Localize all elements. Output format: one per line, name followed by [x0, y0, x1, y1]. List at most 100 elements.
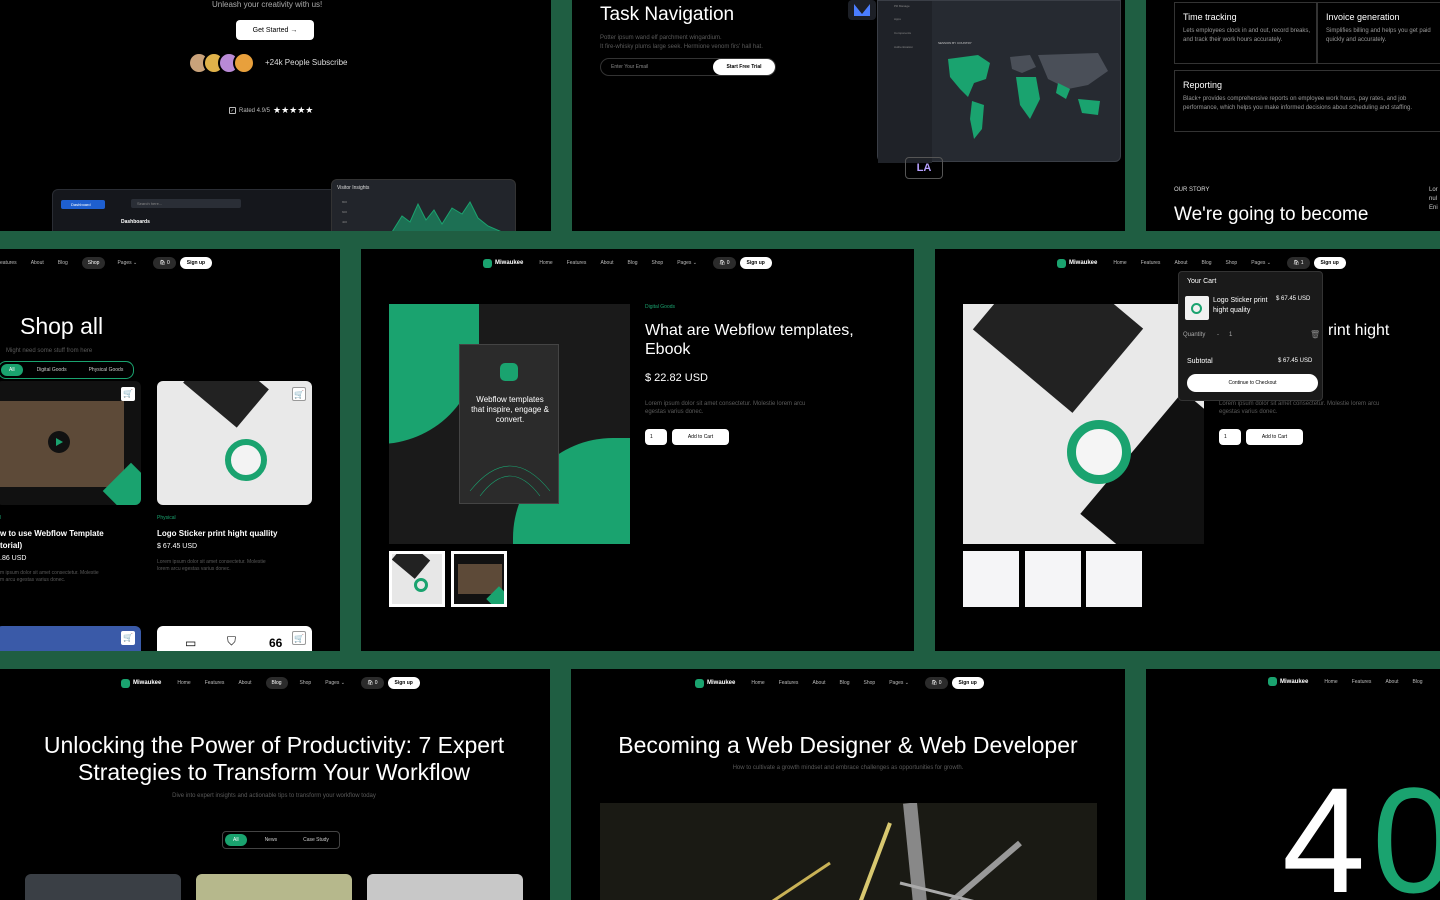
quantity-value[interactable]: 1: [1229, 332, 1232, 338]
thumbnail-1[interactable]: [389, 551, 445, 607]
nav-link-pages[interactable]: Pages ⌄: [325, 680, 345, 686]
add-to-cart-button[interactable]: Add to Cart: [1246, 429, 1303, 445]
product-image-icons[interactable]: ▭ ⛉ 66: [157, 626, 312, 651]
thumbnail[interactable]: [1025, 551, 1081, 607]
laptop-keys: [972, 304, 1144, 413]
signup-button[interactable]: Sign up: [951, 677, 984, 689]
thumbnail-2[interactable]: [451, 551, 507, 607]
nav-link[interactable]: Shop: [864, 680, 876, 686]
nav-link[interactable]: About: [31, 260, 44, 266]
nav-link[interactable]: About: [1385, 679, 1398, 685]
product-image-video[interactable]: [0, 381, 141, 505]
filter-all[interactable]: All: [1, 364, 23, 376]
nav-link[interactable]: Blog: [58, 260, 68, 266]
card-price: .86 USD: [0, 555, 27, 562]
card-title[interactable]: w to use Webflow Template: [0, 529, 104, 538]
cart-add-icon[interactable]: 🛒: [121, 387, 135, 401]
nav-link[interactable]: Blog: [628, 260, 638, 266]
blog-card-image[interactable]: [196, 874, 352, 900]
blog-card-image[interactable]: [25, 874, 181, 900]
bag-icon: 🛍: [1293, 260, 1301, 266]
nav-link[interactable]: Features: [1352, 679, 1372, 685]
thumbnail[interactable]: [1086, 551, 1142, 607]
cart-button[interactable]: 🛍 0: [153, 257, 176, 269]
trash-icon[interactable]: 🗑: [1310, 330, 1320, 339]
quantity-input[interactable]: 1: [1219, 429, 1241, 445]
quantity-minus[interactable]: -: [1217, 332, 1219, 338]
map-sidebar-item[interactable]: Components: [894, 31, 911, 35]
nav-link[interactable]: About: [812, 680, 825, 686]
nav-link[interactable]: About: [1174, 260, 1187, 266]
cart-add-icon[interactable]: 🛒: [121, 631, 135, 645]
nav-link[interactable]: Blog: [1413, 679, 1423, 685]
brand-logo[interactable]: Miwaukee: [1057, 258, 1098, 268]
signup-button[interactable]: Sign up: [739, 257, 772, 269]
nav-link[interactable]: Home: [177, 680, 190, 686]
cart-dropdown: Your Cart Logo Sticker print hight quali…: [1178, 271, 1323, 401]
nav-link[interactable]: Features: [205, 680, 225, 686]
map-sidebar-item[interactable]: Authentication: [894, 45, 913, 49]
showcase-collage: Unleash your creativity with us! Get Sta…: [0, 0, 1440, 900]
thumbnail[interactable]: [963, 551, 1019, 607]
tab-all[interactable]: All: [225, 834, 247, 846]
cart-button[interactable]: 🛍 0: [713, 257, 736, 269]
signup-button[interactable]: Sign up: [387, 677, 420, 689]
nav-link[interactable]: eatures: [0, 260, 17, 266]
dash-search[interactable]: Search here...: [131, 199, 241, 208]
brand-logo[interactable]: Miwaukee: [1268, 677, 1308, 686]
signup-button[interactable]: Sign up: [1313, 257, 1346, 269]
nav-link-pages[interactable]: Pages ⌄: [677, 260, 697, 266]
product-image-person[interactable]: [0, 626, 141, 651]
checkout-button[interactable]: Continue to Checkout: [1187, 374, 1318, 392]
nav-link[interactable]: Blog: [1202, 260, 1212, 266]
cart-button[interactable]: 🛍 1: [1287, 257, 1310, 269]
nav-link-pages[interactable]: Pages ⌄: [1251, 260, 1271, 266]
blog-card-image[interactable]: [367, 874, 523, 900]
card-title-2[interactable]: torial): [0, 541, 22, 550]
product-image-sticker[interactable]: [157, 381, 312, 505]
chevron-down-icon: ⌄: [131, 260, 138, 266]
brand-name: Miwaukee: [707, 680, 736, 686]
nav-link[interactable]: Shop: [652, 260, 664, 266]
nav-link[interactable]: About: [600, 260, 613, 266]
nav-link[interactable]: Features: [779, 680, 799, 686]
quantity-input[interactable]: 1: [645, 429, 667, 445]
nav-link-pages[interactable]: Pages ⌄: [889, 680, 909, 686]
nav-link-active[interactable]: Blog: [265, 677, 288, 689]
nav-link[interactable]: Features: [1141, 260, 1161, 266]
cart-add-icon[interactable]: 🛒: [292, 631, 306, 645]
brand-name: Miwaukee: [1069, 260, 1098, 266]
map-sidebar-item[interactable]: Apps: [894, 17, 901, 21]
subtotal-label: Subtotal: [1187, 358, 1213, 365]
tab-case-study[interactable]: Case Study: [295, 834, 337, 846]
nav-link[interactable]: Shop: [300, 680, 312, 686]
nav-link[interactable]: Home: [1324, 679, 1337, 685]
cart-button[interactable]: 🛍 0: [361, 677, 384, 689]
nav-link[interactable]: Features: [567, 260, 587, 266]
brand-logo[interactable]: Miwaukee: [483, 258, 523, 268]
nav-link-pages[interactable]: Pages ⌄: [117, 260, 137, 266]
map-sidebar-item[interactable]: Pill Manage: [894, 4, 910, 8]
nav-link[interactable]: Home: [539, 260, 552, 266]
brand-logo[interactable]: Miwaukee: [121, 678, 161, 688]
start-trial-button[interactable]: Start Free Trial: [713, 59, 775, 75]
nav-link[interactable]: Home: [1113, 260, 1126, 266]
nav-link-active[interactable]: Shop: [81, 257, 106, 269]
nav-link[interactable]: Blog: [840, 680, 850, 686]
get-started-button[interactable]: Get Started →: [236, 20, 314, 40]
cart-count: 0: [726, 260, 730, 266]
cart-add-icon[interactable]: 🛒: [292, 387, 306, 401]
nav-link[interactable]: Home: [751, 680, 764, 686]
card-title[interactable]: Logo Sticker print hight quallity: [157, 529, 277, 538]
cart-button[interactable]: 🛍 0: [925, 677, 948, 689]
filter-physical[interactable]: Physical Goods: [81, 364, 132, 376]
nav-link[interactable]: About: [238, 680, 251, 686]
tab-news[interactable]: News: [257, 834, 286, 846]
filter-digital[interactable]: Digital Goods: [29, 364, 75, 376]
brand-logo[interactable]: Miwaukee: [695, 678, 736, 688]
play-icon[interactable]: [48, 431, 70, 453]
map-sidebar: Pill Manage Apps Components Authenticati…: [878, 1, 932, 163]
signup-button[interactable]: Sign up: [179, 257, 213, 269]
add-to-cart-button[interactable]: Add to Cart: [672, 429, 729, 445]
nav-link[interactable]: Shop: [1226, 260, 1238, 266]
